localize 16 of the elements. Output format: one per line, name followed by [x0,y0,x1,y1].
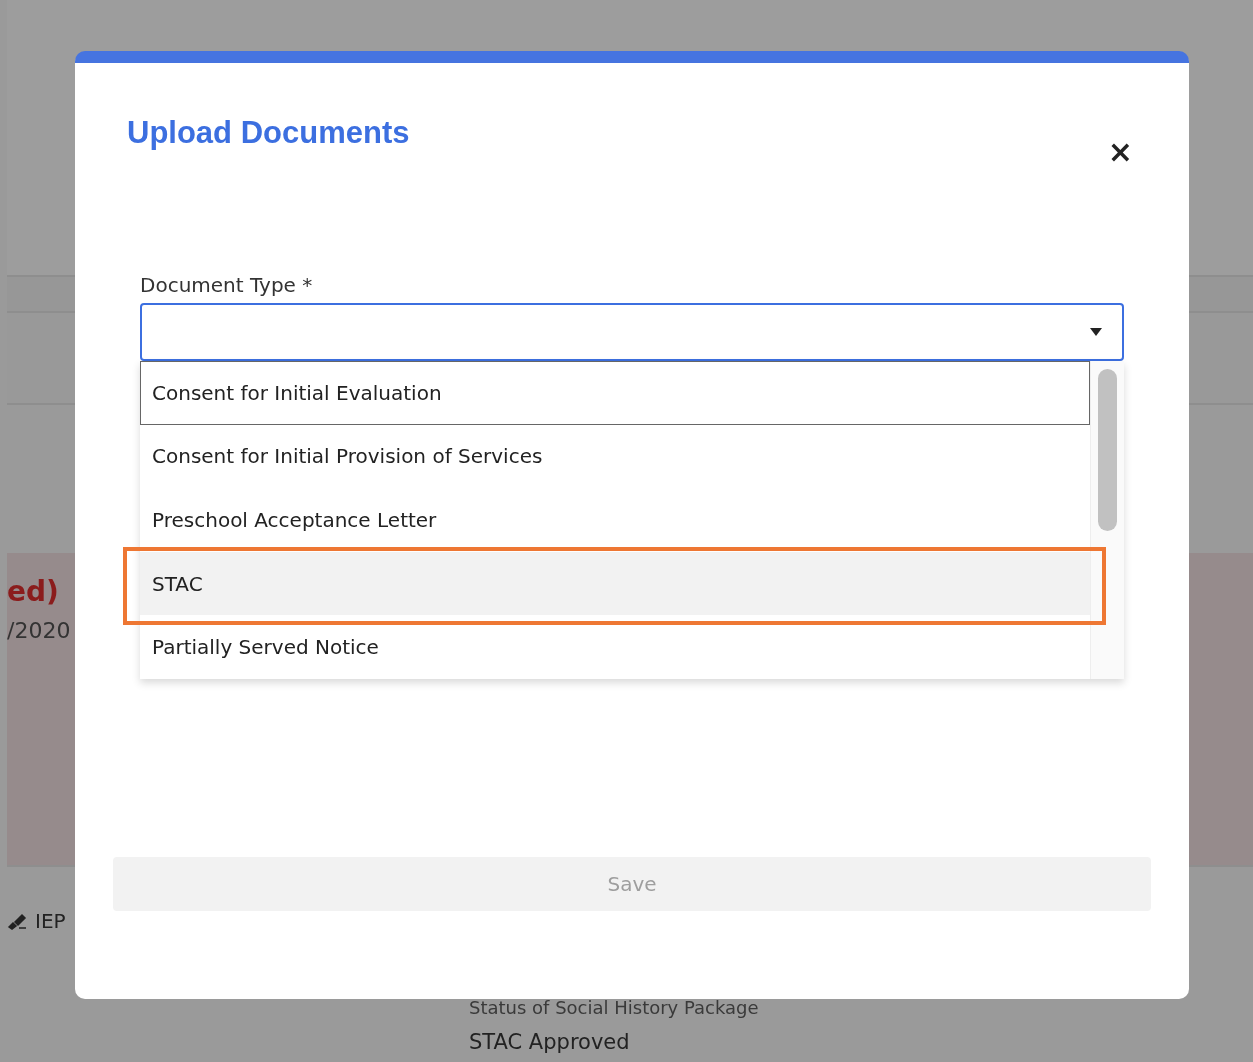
dropdown-option[interactable]: Consent for Initial Provision of Services [140,424,1090,489]
alert-title: ed) [7,575,59,608]
dropdown-option[interactable]: STAC [140,551,1090,616]
scrollbar[interactable] [1090,361,1124,679]
dropdown-option[interactable]: Preschool Acceptance Letter [140,488,1090,552]
field-label: Document Type * [140,273,313,297]
dropdown-option[interactable]: Consent for Initial Evaluation [140,361,1090,425]
nav-label[interactable]: IEP [35,909,66,933]
dropdown-option[interactable]: Partially Served Notice [140,615,1090,679]
alert-date: /2020 [7,618,71,643]
document-type-select[interactable] [140,303,1124,361]
dialog-title: Upload Documents [127,115,410,151]
status-label: Status of Social History Package [469,997,760,1018]
close-button[interactable]: × [1103,137,1137,167]
caret-icon [1090,328,1102,336]
status-value: STAC Approved [469,1030,631,1054]
